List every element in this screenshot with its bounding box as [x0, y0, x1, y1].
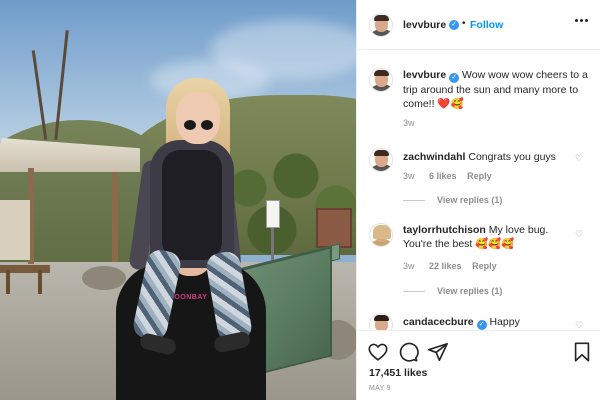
comment-meta: 3w 22 likes Reply	[403, 261, 497, 271]
verified-badge-icon: ✓	[449, 73, 460, 83]
avatar[interactable]	[369, 223, 393, 247]
author-username[interactable]: levvbure	[403, 19, 446, 31]
comment: zachwindahl Congrats you guys	[403, 150, 573, 164]
rock	[82, 266, 126, 290]
avatar[interactable]	[369, 13, 393, 37]
sign-post	[271, 228, 274, 262]
comment-age: 3w	[403, 171, 415, 181]
comment-like-heart-icon[interactable]: ♡	[575, 230, 584, 239]
comment: candacecbure ✓ Happy	[403, 315, 571, 330]
comment-like-heart-icon[interactable]: ♡	[575, 154, 584, 163]
action-bar: 17,451 likes MAY 9	[357, 330, 600, 400]
caption-age: 3w	[403, 118, 415, 128]
comment-text: Congrats you guys	[468, 151, 556, 163]
reply-button[interactable]: Reply	[472, 261, 497, 271]
comment-likes[interactable]: 22 likes	[429, 261, 462, 271]
follow-button[interactable]: Follow	[470, 19, 503, 31]
comment-meta: 3w 6 likes Reply	[403, 171, 492, 181]
bookmark-icon[interactable]	[571, 341, 593, 363]
avatar[interactable]	[369, 148, 393, 172]
comment-username[interactable]: zachwindahl	[403, 151, 465, 163]
heart-icon[interactable]	[367, 341, 389, 363]
likes-count[interactable]: 17,451 likes	[369, 367, 427, 379]
table-leg	[38, 270, 42, 294]
girl-vest	[162, 150, 222, 260]
girl-face	[176, 92, 220, 144]
reply-button[interactable]: Reply	[467, 171, 492, 181]
avatar[interactable]	[369, 68, 393, 92]
shelter-post	[112, 172, 118, 262]
sunglasses	[184, 120, 214, 130]
post-date: MAY 9	[369, 385, 391, 392]
comment-username[interactable]: taylorrhutchison	[403, 224, 486, 236]
shelter-wall	[0, 200, 30, 260]
separator: •	[462, 18, 466, 29]
more-options-icon[interactable]	[575, 19, 589, 23]
post-side-panel: levvbure ✓ • Follow levvbure ✓ Wow wow w…	[356, 0, 600, 400]
info-board	[316, 208, 352, 248]
comment-age: 3w	[403, 261, 415, 271]
comments-list[interactable]: levvbure ✓ Wow wow wow cheers to a trip …	[357, 51, 600, 330]
share-icon[interactable]	[427, 341, 449, 363]
view-replies-button[interactable]: View replies (1)	[403, 195, 502, 205]
post-header: levvbure ✓ • Follow	[357, 0, 600, 50]
caption: levvbure ✓ Wow wow wow cheers to a trip …	[403, 68, 593, 111]
avatar[interactable]	[369, 313, 393, 330]
comment-icon[interactable]	[397, 341, 419, 363]
comment-username[interactable]: candacecbure	[403, 316, 474, 328]
comment-likes[interactable]: 6 likes	[429, 171, 457, 181]
caption-username[interactable]: levvbure	[403, 69, 446, 81]
instagram-post: MOONBAY levvbure ✓ • Follow levvbure ✓ W…	[0, 0, 600, 400]
verified-badge-icon: ✓	[476, 320, 487, 330]
view-replies-button[interactable]: View replies (1)	[403, 286, 502, 296]
post-photo[interactable]: MOONBAY	[0, 0, 356, 400]
park-sign	[266, 200, 280, 228]
table-leg	[6, 270, 10, 294]
verified-badge-icon: ✓	[449, 19, 459, 30]
view-replies-label: View replies (1)	[437, 286, 503, 296]
comment-text: Happy	[489, 316, 520, 328]
comment-like-heart-icon[interactable]: ♡	[575, 321, 584, 330]
comment: taylorrhutchison My love bug. You're the…	[403, 223, 571, 251]
view-replies-label: View replies (1)	[437, 195, 503, 205]
